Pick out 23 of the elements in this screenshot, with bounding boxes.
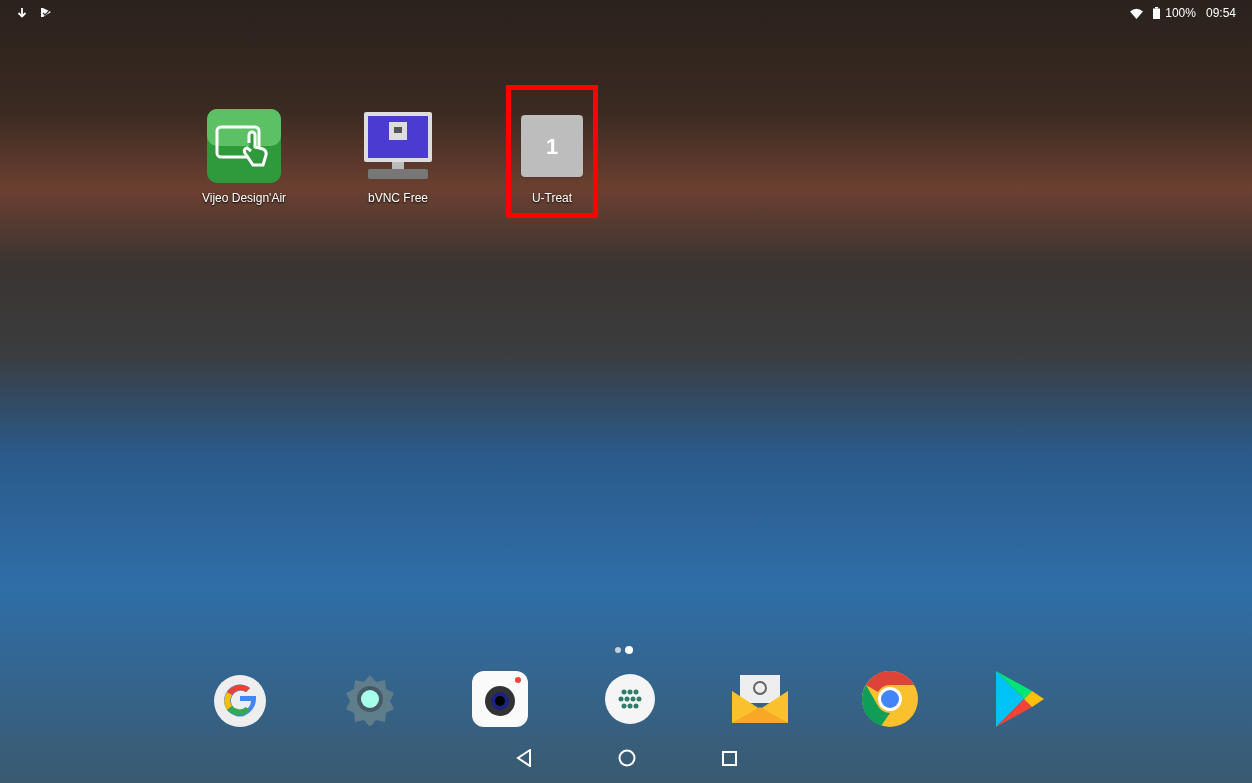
monitor-icon — [362, 110, 434, 182]
home-icon[interactable] — [617, 749, 636, 767]
app-drawer-icon[interactable] — [605, 674, 655, 724]
app-label: U-Treat — [531, 190, 573, 207]
clock-time: 09:54 — [1205, 5, 1236, 22]
download-icon — [16, 7, 28, 19]
app-icon-item[interactable]: bVNC Free — [352, 85, 444, 218]
app-icon-item[interactable]: 1 U-Treat — [506, 85, 598, 218]
app-label: Vijeo Design'Air — [201, 190, 287, 207]
wifi-icon — [1130, 7, 1144, 19]
battery-percent: 100% — [1165, 5, 1196, 22]
app-placeholder-icon: 1 — [521, 115, 583, 177]
app-icon-item[interactable]: Vijeo Design'Air — [198, 85, 290, 218]
play-triangle-icon[interactable] — [994, 670, 1046, 728]
camera-icon[interactable] — [471, 670, 529, 728]
touch-screen-icon — [207, 109, 281, 183]
back-icon[interactable] — [515, 749, 532, 767]
envelope-icon[interactable] — [731, 673, 789, 725]
app-label: bVNC Free — [368, 190, 428, 207]
battery-icon — [1153, 7, 1161, 19]
browser-logo-icon[interactable] — [861, 670, 919, 728]
check-flag-icon — [40, 7, 52, 19]
recent-apps-icon[interactable] — [721, 750, 737, 766]
